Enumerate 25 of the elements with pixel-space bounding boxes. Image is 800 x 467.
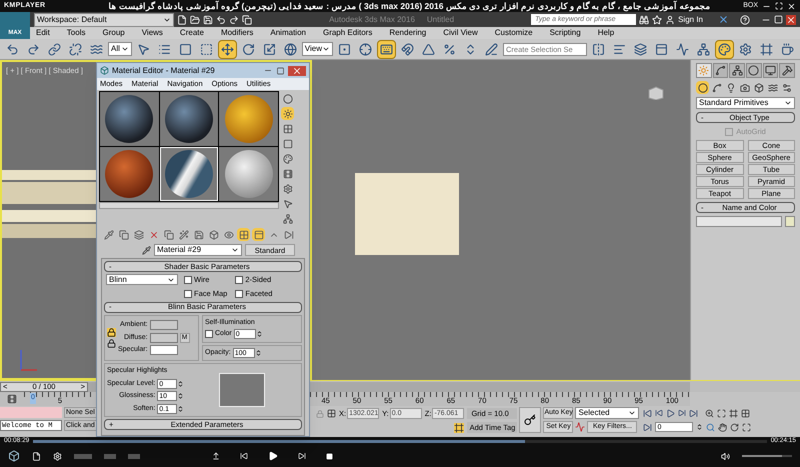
key-mode-dropdown[interactable]: Selected [575,407,640,419]
app-title: Autodesk 3ds Max 2016 [329,14,415,26]
shader-dropdown[interactable]: Blinn [106,274,178,285]
menu-item[interactable]: Edit [36,27,50,39]
material-name-dropdown[interactable]: Material #29 [154,244,242,256]
menu-item[interactable]: Customize [494,27,533,39]
menu-item[interactable]: Views [142,27,163,39]
document-title: Untitled [426,14,454,26]
menu-item[interactable]: Civil View [443,27,478,39]
workspace-dropdown[interactable]: Workspace: Default [34,12,174,26]
menu-item[interactable]: Modifiers [220,27,254,39]
object-category-dropdown[interactable]: Standard Primitives [696,97,795,109]
sign-in-link[interactable]: Sign In [678,14,703,26]
menu-item[interactable]: Scripting [550,27,581,39]
menu-item[interactable]: Rendering [389,27,426,39]
menu-item[interactable]: Tools [66,27,86,39]
menu-item[interactable]: Create [180,27,204,39]
window-title: Material Editor - Material #29 [112,64,216,76]
dropdown[interactable]: View [302,42,333,56]
video-title: مجموعه آموزشی جامع ، گام به گام و کاربردی نرم افزار تری دی مکس 2016 (3ds max 2016 ) مدرس : سعید فدایی (تیچرمن) گروه آموزشی پادشاه گرافیست ها [108,0,712,12]
menu-item[interactable]: Animation [270,27,306,39]
dropdown[interactable]: All [108,42,132,56]
menu-item[interactable]: Group [102,27,125,39]
menu-item[interactable]: Help [598,27,614,39]
menu-item[interactable]: Graph Editors [322,27,372,39]
